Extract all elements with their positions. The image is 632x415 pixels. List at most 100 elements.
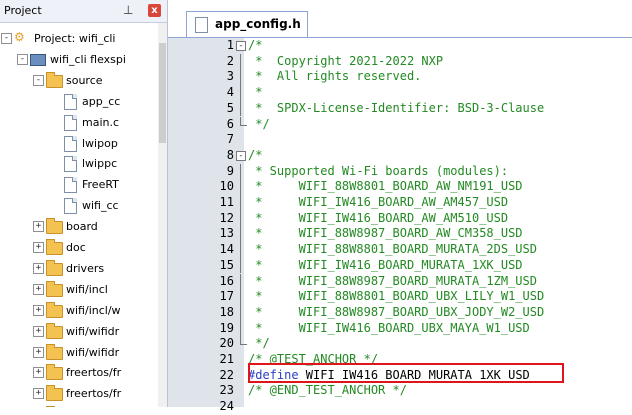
expand-icon[interactable]: + xyxy=(33,283,44,295)
collapse-icon[interactable]: - xyxy=(33,74,44,86)
line-number: 16 xyxy=(219,273,234,288)
scrollbar-thumb[interactable] xyxy=(159,43,166,143)
line-number: 14 xyxy=(219,242,234,257)
collapse-icon[interactable]: - xyxy=(1,33,12,44)
project-panel-title: Project xyxy=(4,4,42,17)
tree-item-label: wifi_cc xyxy=(82,199,119,213)
tree-item-label: freertos/fr xyxy=(66,387,122,401)
fold-guide xyxy=(240,179,241,195)
file-icon xyxy=(64,156,77,173)
expand-icon[interactable]: + xyxy=(33,221,44,233)
code-line: 23 /* @END_TEST_ANCHOR */ xyxy=(168,383,632,399)
folder-icon xyxy=(46,301,63,318)
tree-item-label: Project: wifi_cli xyxy=(34,32,116,45)
fold-guide xyxy=(240,195,241,211)
file-icon xyxy=(64,93,77,110)
line-number: 13 xyxy=(219,226,234,241)
expand-icon[interactable]: + xyxy=(33,388,44,400)
tree-item-label: board xyxy=(66,220,98,234)
fold-guide xyxy=(240,320,241,337)
fold-toggle-icon[interactable]: - xyxy=(236,41,246,51)
code-line: 1-/* xyxy=(168,38,632,54)
code-text: /* @END_TEST_ANCHOR */ xyxy=(248,383,407,398)
line-number: 3 xyxy=(226,69,234,84)
line-number: 17 xyxy=(219,289,234,304)
code-text: * Copyright 2021-2022 NXP xyxy=(248,53,444,68)
line-number: 4 xyxy=(226,85,234,100)
folder-icon xyxy=(46,322,63,339)
collapse-icon[interactable]: - xyxy=(17,53,28,65)
expand-icon[interactable]: + xyxy=(33,242,44,253)
line-number: 8 xyxy=(226,147,234,162)
code-line: 2 * Copyright 2021-2022 NXP xyxy=(168,53,632,70)
code-text: /* xyxy=(248,38,263,52)
fold-toggle-icon[interactable]: - xyxy=(236,150,246,161)
tree-item-label: source xyxy=(66,73,103,87)
pin-icon[interactable]: ⊥ xyxy=(123,3,133,17)
code-text: * WIFI_IW416_BOARD_AW_AM457_USD xyxy=(248,195,509,209)
project-icon xyxy=(14,30,30,45)
tree-item-label: drivers xyxy=(66,261,105,275)
fold-guide xyxy=(240,226,241,243)
line-number: 12 xyxy=(219,210,234,225)
fold-guide xyxy=(240,242,241,258)
code-line: 14 * WIFI_88W8801_BOARD_MURATA_2DS_USD xyxy=(168,242,632,258)
code-line: 6 */ xyxy=(168,116,632,133)
code-line: 4 * xyxy=(168,85,632,101)
file-icon xyxy=(64,135,77,152)
code-text: /* xyxy=(248,147,263,162)
expand-icon[interactable]: + xyxy=(33,325,44,337)
line-number: 11 xyxy=(219,195,234,209)
line-number: 18 xyxy=(219,304,234,319)
folder-icon xyxy=(46,71,63,88)
line-number: 22 xyxy=(219,367,234,382)
tree-item-label: freertos/fr xyxy=(66,366,122,380)
expand-icon[interactable]: + xyxy=(33,304,44,316)
line-number: 9 xyxy=(226,163,234,178)
line-number: 21 xyxy=(219,352,234,366)
tree-item-label: wifi/wifidr xyxy=(66,345,120,359)
fold-end-guide xyxy=(240,336,247,346)
line-number: 15 xyxy=(219,257,234,272)
fold-guide xyxy=(240,53,241,70)
expand-icon[interactable]: + xyxy=(33,262,44,274)
tree-item-label: app_cc xyxy=(82,94,121,108)
code-text: * WIFI_88W8801_BOARD_AW_NM191_USD xyxy=(248,179,523,194)
tree-item-label: wifi/incl xyxy=(66,282,108,296)
fold-end-guide xyxy=(240,116,247,126)
code-text: * WIFI_IW416_BOARD_AW_AM510_USD xyxy=(248,210,509,225)
tab-app-config[interactable]: app_config.h xyxy=(186,11,308,37)
code-text: * All rights reserved. xyxy=(248,69,422,84)
code-text: * WIFI_IW416_BOARD_UBX_MAYA_W1_USD xyxy=(248,320,530,335)
code-line: 5 * SPDX-License-Identifier: BSD-3-Claus… xyxy=(168,100,632,117)
code-text: * WIFI_88W8987_BOARD_MURATA_1ZM_USD xyxy=(248,273,537,288)
fold-guide xyxy=(240,69,241,86)
code-line: 16 * WIFI_88W8987_BOARD_MURATA_1ZM_USD xyxy=(168,273,632,290)
expand-icon[interactable]: + xyxy=(33,367,44,379)
code-text: * WIFI_88W8987_BOARD_AW_CM358_USD xyxy=(248,226,523,241)
file-icon xyxy=(195,17,208,33)
close-panel-button[interactable]: x xyxy=(148,4,161,17)
code-line: 20 */ xyxy=(168,336,632,352)
line-number: 20 xyxy=(219,336,234,351)
tree-item-label: wifi/wifidr xyxy=(66,324,120,338)
project-panel: Project ⊥ x -Project: wifi_cli-wifi_cli … xyxy=(0,0,168,407)
code-text: * WIFI_88W8987_BOARD_UBX_JODY_W2_USD xyxy=(248,304,545,319)
line-number: 7 xyxy=(226,132,234,147)
line-number: 6 xyxy=(226,116,234,131)
tree-item-label: main.c xyxy=(82,115,120,129)
expand-icon[interactable]: + xyxy=(33,346,44,358)
line-number: 1 xyxy=(226,38,234,52)
tree-item-label: FreeRT xyxy=(82,178,119,192)
project-panel-header: Project ⊥ x xyxy=(0,0,167,23)
code-line: 19 * WIFI_IW416_BOARD_UBX_MAYA_W1_USD xyxy=(168,320,632,337)
code-line: 12 * WIFI_IW416_BOARD_AW_AM510_USD xyxy=(168,210,632,227)
highlight-box xyxy=(248,363,564,383)
folder-icon xyxy=(46,280,63,297)
folder-icon xyxy=(46,259,63,276)
tree-scrollbar[interactable] xyxy=(158,23,167,407)
code-text: * WIFI_88W8801_BOARD_MURATA_2DS_USD xyxy=(248,242,537,257)
fold-guide xyxy=(240,257,241,274)
tree-item-label: wifi/incl/w xyxy=(66,303,121,317)
code-line: 18 * WIFI_88W8987_BOARD_UBX_JODY_W2_USD xyxy=(168,304,632,321)
